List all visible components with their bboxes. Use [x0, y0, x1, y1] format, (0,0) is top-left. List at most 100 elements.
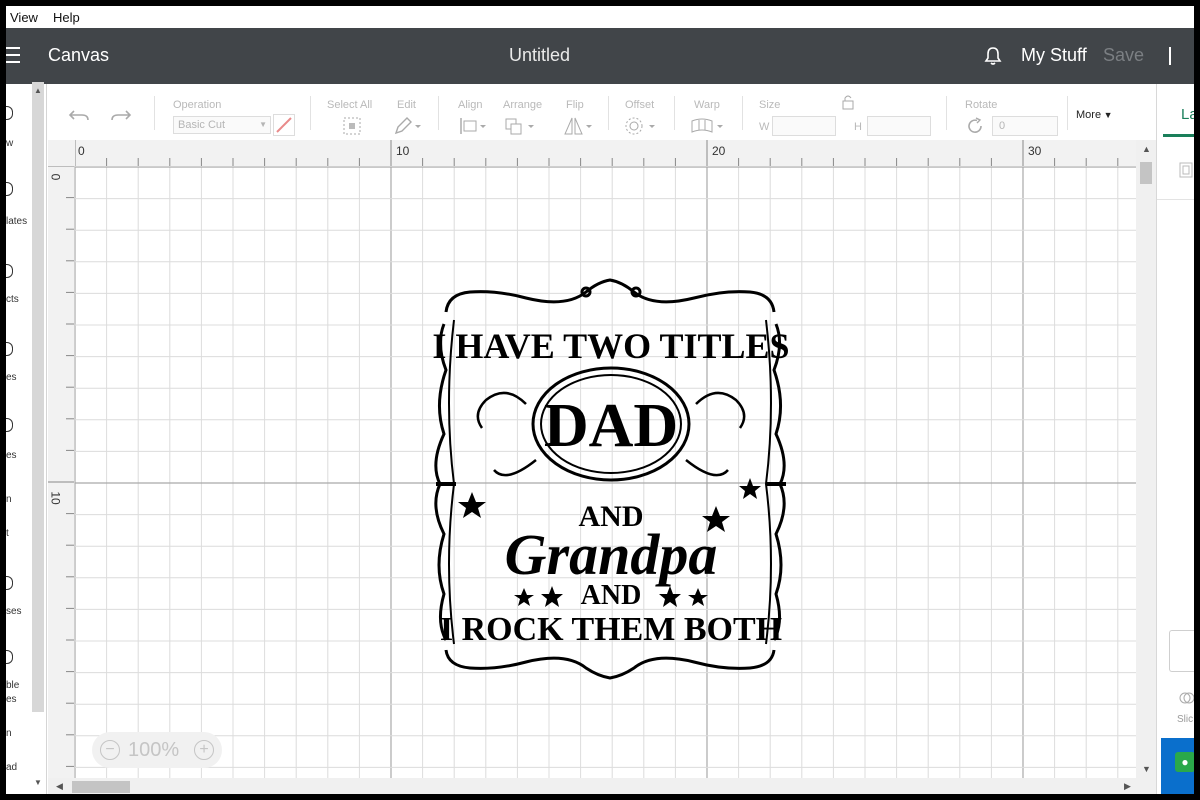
more-button[interactable]: More ▼ [1076, 109, 1112, 121]
flip-label: Flip [566, 99, 584, 111]
edit-pencil-icon[interactable] [393, 116, 421, 141]
star-icon [541, 586, 563, 607]
operation-select[interactable]: Basic Cut ▼ [173, 116, 271, 134]
ruler-top-label: 0 [78, 144, 85, 158]
ruler-top-label: 30 [1028, 144, 1042, 158]
ruler-left-label: 10 [48, 491, 63, 505]
sidebar-item-new[interactable]: w [6, 138, 13, 149]
horizontal-scrollbar[interactable]: ◀ ▶ [48, 778, 1156, 794]
menu-help[interactable]: Help [53, 10, 80, 25]
select-all-icon[interactable] [342, 116, 362, 141]
slice-icon[interactable] [1179, 690, 1194, 711]
group-icon[interactable] [1179, 162, 1194, 185]
size-label: Size [759, 99, 781, 111]
chevron-down-icon: ▼ [259, 120, 267, 129]
sidebar-item-editable[interactable]: ble [6, 680, 19, 691]
align-icon[interactable] [458, 116, 488, 141]
star-icon [688, 588, 708, 606]
operation-value: Basic Cut [178, 119, 226, 131]
design-artwork[interactable]: I HAVE TWO TITLES DAD AND Grandpa AND I … [426, 274, 796, 680]
design-line-2: DAD [544, 392, 678, 460]
design-line-5: AND [581, 580, 642, 611]
rotate-icon[interactable] [965, 116, 985, 141]
caret-down-icon: ▼ [1101, 110, 1113, 120]
warp-icon[interactable] [690, 116, 726, 141]
offset-label: Offset [625, 99, 655, 111]
my-stuff-link[interactable]: My Stuff [1021, 45, 1087, 66]
vertical-scrollbar[interactable]: ▲ ▼ [1136, 140, 1156, 778]
rotate-input[interactable]: 0 [992, 116, 1058, 136]
editable-images-icon[interactable] [6, 650, 13, 664]
sidebar-item-upload-a[interactable]: n [6, 728, 12, 739]
sidebar-item-phrases[interactable]: ses [6, 606, 22, 617]
toolbar-divider [674, 96, 675, 130]
sidebar-item-shapes[interactable]: es [6, 450, 17, 461]
panel-divider [1157, 199, 1194, 200]
scroll-down-icon[interactable]: ▼ [1142, 764, 1151, 774]
width-input[interactable] [772, 116, 836, 136]
chat-icon[interactable]: ● [1175, 752, 1194, 772]
redo-icon[interactable] [110, 108, 132, 129]
more-label: More [1076, 109, 1102, 121]
lock-ratio-icon[interactable] [841, 94, 855, 115]
slice-label: Slic [1177, 714, 1194, 725]
design-line-4: Grandpa [505, 522, 718, 587]
app-header: Canvas Untitled My Stuff Save [6, 28, 1194, 84]
menu-view[interactable]: View [10, 10, 38, 25]
flip-icon[interactable] [562, 116, 594, 141]
notification-bell-icon[interactable] [982, 45, 1004, 72]
hamburger-menu-icon[interactable] [6, 47, 20, 65]
rotate-label: Rotate [965, 99, 998, 111]
star-icon [739, 478, 761, 499]
zoom-out-icon[interactable]: − [100, 740, 120, 760]
canvas-color-box[interactable] [1169, 630, 1194, 672]
header-divider [1169, 47, 1171, 65]
sidebar-scrollbar[interactable] [32, 82, 44, 712]
star-icon [659, 586, 681, 607]
vertical-ruler: 0 10 [48, 166, 75, 778]
templates-icon[interactable] [6, 182, 13, 196]
arrange-icon[interactable] [504, 116, 536, 141]
scroll-right-icon[interactable]: ▶ [1124, 781, 1131, 792]
design-canvas[interactable]: 0 10 20 30 0 10 I HAVE TWO TITLES DAD AN… [48, 140, 1156, 794]
tab-layers[interactable]: La [1181, 106, 1194, 123]
save-button[interactable]: Save [1103, 45, 1144, 66]
shapes-icon[interactable] [6, 418, 13, 432]
new-icon[interactable] [6, 106, 13, 120]
operation-label: Operation [173, 99, 222, 111]
sidebar-scroll-down-icon[interactable]: ▼ [34, 778, 42, 787]
offset-icon[interactable] [624, 116, 658, 141]
material-color-swatch[interactable] [273, 114, 295, 136]
sidebar-item-editable-2[interactable]: es [6, 694, 17, 705]
projects-icon[interactable] [6, 264, 13, 278]
ruler-left-label: 0 [48, 173, 63, 181]
toolbar-divider [438, 96, 439, 130]
scroll-left-icon[interactable]: ◀ [56, 781, 63, 792]
rotate-value: 0 [999, 120, 1006, 132]
images-icon[interactable] [6, 342, 13, 356]
height-letter: H [854, 121, 862, 133]
scroll-up-icon[interactable]: ▲ [1142, 144, 1151, 154]
sidebar-item-text-a[interactable]: n [6, 494, 12, 505]
phrases-icon[interactable] [6, 576, 13, 590]
zoom-in-icon[interactable]: + [194, 740, 214, 760]
sidebar-item-text-b[interactable]: t [6, 528, 9, 539]
horizontal-scroll-thumb[interactable] [72, 781, 130, 793]
width-letter: W [759, 121, 770, 133]
toolbar-divider [154, 96, 155, 130]
sidebar-item-projects[interactable]: cts [6, 294, 19, 305]
sidebar-item-images[interactable]: es [6, 372, 17, 383]
sidebar-item-upload[interactable]: ad [6, 762, 17, 773]
sidebar-item-templates[interactable]: lates [6, 216, 27, 227]
undo-icon[interactable] [68, 108, 90, 129]
sidebar-scroll-up-icon[interactable]: ▲ [34, 86, 42, 95]
zoom-control: − 100% + [92, 732, 222, 768]
edit-toolbar: Operation Basic Cut ▼ Select All Edit Al… [48, 84, 1156, 141]
toolbar-divider [946, 96, 947, 130]
design-line-1: I HAVE TWO TITLES [432, 326, 789, 366]
vertical-scroll-thumb[interactable] [1140, 162, 1152, 184]
toolbar-divider [1067, 96, 1068, 130]
height-input[interactable] [867, 116, 931, 136]
select-all-label: Select All [327, 99, 373, 111]
active-tab-indicator [1163, 134, 1194, 137]
